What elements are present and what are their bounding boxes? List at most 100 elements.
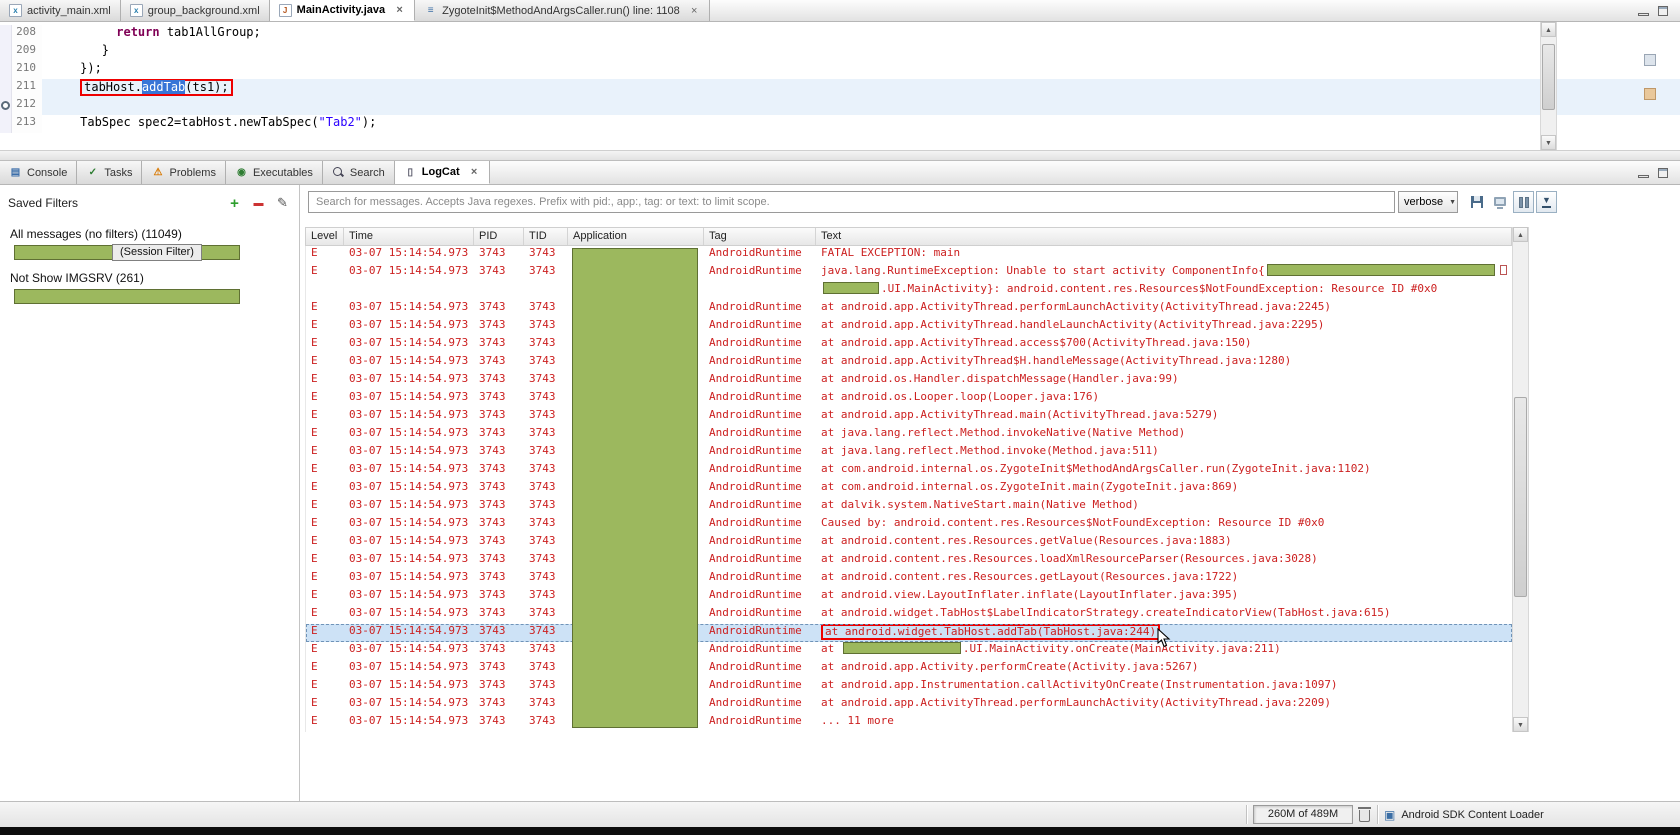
logcat-row[interactable]: E 03-07 15:14:54.973 3743 3743 AndroidRuntim…: [306, 462, 1512, 480]
cell-tag: AndroidRuntime: [709, 336, 802, 349]
code-text[interactable]: }: [42, 43, 1680, 61]
edit-filter-icon[interactable]: ✎: [274, 195, 291, 211]
logcat-row[interactable]: E 03-07 15:14:54.973 3743 3743 AndroidRuntim…: [306, 498, 1512, 516]
cell-level: E: [311, 336, 318, 349]
text-part: at android.widget.TabHost$LabelIndicator…: [821, 606, 1391, 619]
logcat-row[interactable]: E 03-07 15:14:54.973 3743 3743 AndroidRuntim…: [306, 588, 1512, 606]
cell-tag: AndroidRuntime: [709, 300, 802, 313]
column-header-application[interactable]: Application: [568, 228, 704, 245]
column-header-level[interactable]: Level: [306, 228, 344, 245]
column-header-pid[interactable]: PID: [474, 228, 524, 245]
scroll-lock-toggle[interactable]: ▼: [1536, 191, 1557, 213]
logcat-row[interactable]: E 03-07 15:14:54.973 3743 3743 AndroidRuntim…: [306, 534, 1512, 552]
logcat-row[interactable]: E 03-07 15:14:54.973 3743 3743 AndroidRuntim…: [306, 354, 1512, 372]
logcat-row[interactable]: E 03-07 15:14:54.973 3743 3743 AndroidRuntim…: [306, 444, 1512, 462]
cell-text: at dalvik.system.NativeStart.main(Native…: [816, 498, 1513, 516]
logcat-row[interactable]: E 03-07 15:14:54.973 3743 3743 AndroidRuntim…: [306, 390, 1512, 408]
logcat-row[interactable]: E 03-07 15:14:54.973 3743 3743 AndroidRuntim…: [306, 336, 1512, 354]
close-tab-icon[interactable]: ×: [689, 5, 700, 17]
logcat-row[interactable]: E 03-07 15:14:54.973 3743 3743 AndroidRuntim…: [306, 570, 1512, 588]
cell-text: at android.app.Activity.performCreate(Ac…: [816, 660, 1513, 678]
cell-tid: 3743: [529, 372, 556, 385]
column-header-tag[interactable]: Tag: [704, 228, 816, 245]
logcat-row[interactable]: E 03-07 15:14:54.973 3743 3743 AndroidRuntim…: [306, 480, 1512, 498]
scrollbar-thumb[interactable]: [1514, 397, 1527, 597]
cell-pid: 3743: [479, 714, 506, 727]
logcat-row[interactable]: .UI.MainActivity}: android.content.res.R…: [306, 282, 1512, 300]
logcat-icon: ▯: [407, 166, 413, 178]
editor-scrollbar[interactable]: ▲ ▼: [1540, 22, 1557, 150]
panel-tab-executables[interactable]: ◉ Executables: [225, 161, 323, 184]
maximize-icon[interactable]: [1658, 5, 1668, 16]
code-text[interactable]: return tab1AllGroup;: [42, 25, 1680, 43]
logcat-row[interactable]: E 03-07 15:14:54.973 3743 3743 AndroidRuntim…: [306, 408, 1512, 426]
panel-tabs: ▤ Console ✓ Tasks ⚠ Problems ◉ Executables Searc…: [0, 161, 490, 184]
panel-tab-problems[interactable]: ⚠ Problems: [142, 161, 226, 184]
garbage-collect-icon[interactable]: [1358, 807, 1371, 822]
close-tab-icon[interactable]: ×: [394, 4, 405, 16]
logcat-row[interactable]: E 03-07 15:14:54.973 3743 3743 AndroidRuntim…: [306, 606, 1512, 624]
column-header-time[interactable]: Time: [344, 228, 474, 245]
column-header-text[interactable]: Text: [816, 228, 1513, 245]
panel-tab-search[interactable]: Search: [322, 161, 395, 184]
cell-tid: 3743: [529, 714, 556, 727]
logcat-filter-item[interactable]: Not Show IMGSRV (261): [8, 271, 291, 305]
minimize-icon[interactable]: [1638, 12, 1649, 16]
logcat-row[interactable]: E 03-07 15:14:54.973 3743 3743 AndroidRuntim…: [306, 318, 1512, 336]
code-text[interactable]: tabHost.addTab(ts1);: [42, 79, 1680, 97]
logcat-row[interactable]: E 03-07 15:14:54.973 3743 3743 AndroidRuntim…: [306, 264, 1512, 282]
logcat-row[interactable]: E 03-07 15:14:54.973 3743 3743 AndroidRuntim…: [306, 300, 1512, 318]
editor-tab-mainactivity-java[interactable]: J MainActivity.java ×: [269, 0, 416, 21]
add-filter-icon[interactable]: +: [226, 195, 243, 212]
breakpoint-icon[interactable]: [1, 101, 10, 110]
column-header-tid[interactable]: TID: [524, 228, 568, 245]
logcat-row[interactable]: E 03-07 15:14:54.973 3743 3743 AndroidRuntim…: [306, 372, 1512, 390]
logcat-row[interactable]: E 03-07 15:14:54.973 3743 3743 AndroidRuntim…: [306, 246, 1512, 264]
scroll-down-icon[interactable]: ▼: [1541, 135, 1556, 150]
scrollbar-thumb[interactable]: [1542, 44, 1555, 110]
logcat-row[interactable]: E 03-07 15:14:54.973 3743 3743 AndroidRuntim…: [306, 552, 1512, 570]
editor-panel-sash[interactable]: [0, 150, 1680, 161]
search-input[interactable]: [308, 191, 1395, 213]
logcat-row[interactable]: E 03-07 15:14:54.973 3743 3743 AndroidRuntim…: [306, 660, 1512, 678]
text-part: at android.os.Looper.loop(Looper.java:17…: [821, 390, 1100, 403]
editor-tab-activity-main-xml[interactable]: x activity_main.xml: [0, 0, 121, 21]
delete-filter-icon[interactable]: ▬: [250, 195, 267, 211]
code-text[interactable]: [42, 97, 1680, 115]
display-filters-toggle[interactable]: [1513, 191, 1534, 213]
code-text[interactable]: TabSpec spec2=tabHost.newTabSpec("Tab2")…: [42, 115, 1680, 133]
panel-tab-logcat[interactable]: ▯ LogCat ×: [394, 161, 490, 184]
cell-tag: AndroidRuntime: [709, 372, 802, 385]
logcat-row[interactable]: E 03-07 15:14:54.973 3743 3743 AndroidRuntim…: [306, 426, 1512, 444]
maximize-icon[interactable]: [1658, 167, 1668, 178]
save-log-button[interactable]: [1466, 191, 1487, 213]
close-tab-icon[interactable]: ×: [469, 166, 480, 178]
cell-time: 03-07 15:14:54.973: [349, 588, 469, 601]
code-token: TabSpec spec2=tabHost.newTabSpec(: [80, 115, 319, 129]
code-editor[interactable]: 208 return tab1AllGroup; 209 } 210 }); 211 …: [0, 22, 1680, 150]
logcat-row[interactable]: E 03-07 15:14:54.973 3743 3743 AndroidRuntim…: [306, 624, 1512, 642]
panel-tab-tasks[interactable]: ✓ Tasks: [77, 161, 143, 184]
editor-tab-group-background-xml[interactable]: x group_background.xml: [120, 0, 270, 21]
logcat-row[interactable]: E 03-07 15:14:54.973 3743 3743 AndroidRuntim…: [306, 714, 1512, 732]
logcat-row[interactable]: E 03-07 15:14:54.973 3743 3743 AndroidRuntim…: [306, 642, 1512, 660]
clear-log-button[interactable]: [1489, 191, 1510, 213]
logcat-filter-item[interactable]: All messages (no filters) (11049) (Sessio…: [8, 227, 291, 261]
code-text[interactable]: });: [42, 61, 1680, 79]
scroll-up-icon[interactable]: ▲: [1513, 227, 1528, 242]
logcat-row[interactable]: E 03-07 15:14:54.973 3743 3743 AndroidRuntim…: [306, 678, 1512, 696]
missing-glyph-box: [1499, 265, 1507, 275]
minimize-icon[interactable]: [1638, 174, 1649, 178]
panel-tab-console[interactable]: ▤ Console: [0, 161, 78, 184]
editor-tab-zygoteinit-methodandargscaller-run-line-1108[interactable]: ≡ ZygoteInit$MethodAndArgsCaller.run() li…: [415, 0, 710, 21]
cell-tid: 3743: [529, 678, 556, 691]
scroll-down-icon[interactable]: ▼: [1513, 717, 1528, 732]
logcat-row[interactable]: E 03-07 15:14:54.973 3743 3743 AndroidRuntim…: [306, 516, 1512, 534]
logcat-row[interactable]: E 03-07 15:14:54.973 3743 3743 AndroidRuntim…: [306, 696, 1512, 714]
cell-text: at android.os.Looper.loop(Looper.java:17…: [816, 390, 1513, 408]
cell-text: FATAL EXCEPTION: main: [816, 246, 1513, 264]
scroll-up-icon[interactable]: ▲: [1541, 22, 1556, 37]
logcat-scrollbar[interactable]: ▲ ▼: [1512, 227, 1529, 732]
code-token: );: [361, 115, 377, 129]
level-filter-dropdown[interactable]: verbose ▼: [1398, 191, 1458, 213]
